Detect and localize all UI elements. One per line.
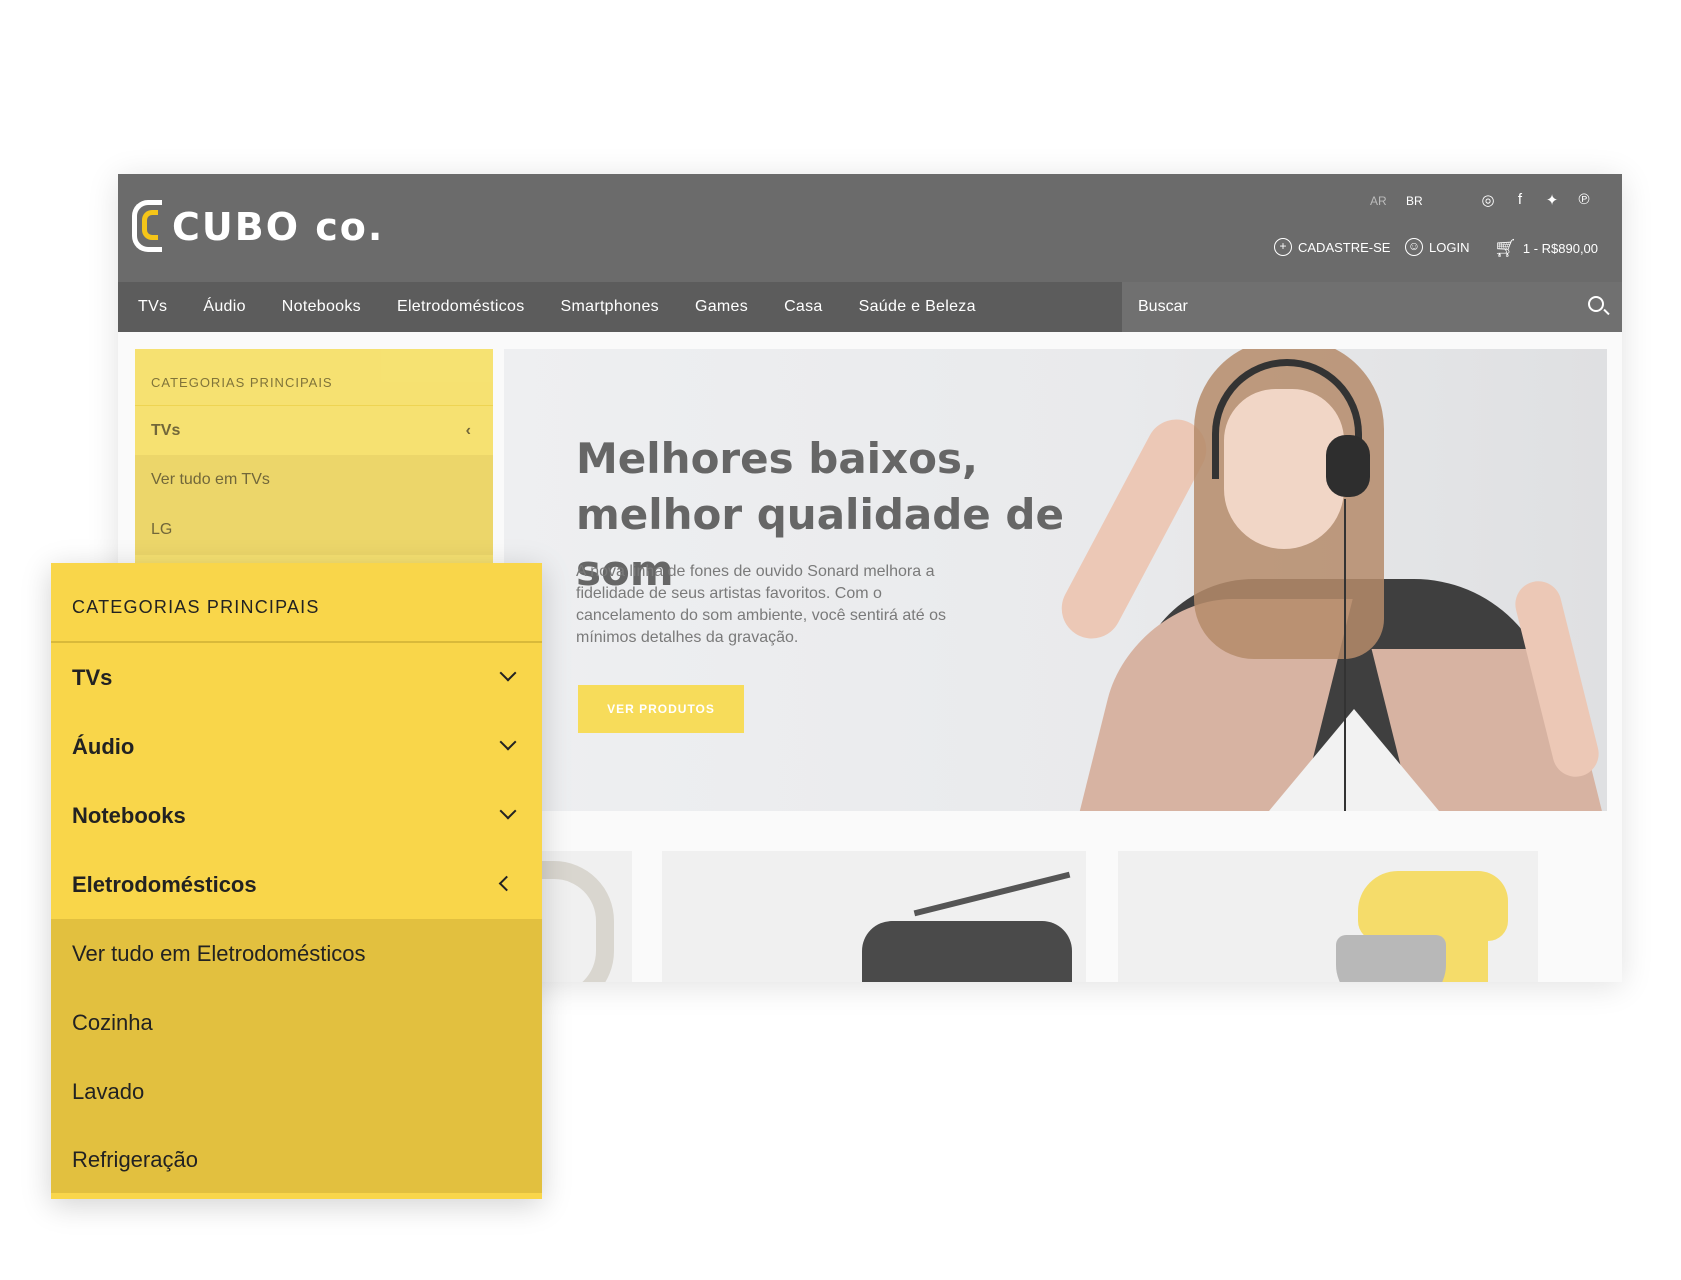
twitter-icon[interactable]: ✦	[1544, 191, 1560, 209]
lang-ar[interactable]: AR	[1370, 194, 1387, 208]
search-bar	[1122, 282, 1622, 332]
menu-title: CATEGORIAS PRINCIPAIS	[72, 597, 320, 617]
sidebar-item-tvs[interactable]: TVs ‹	[135, 405, 493, 455]
nav-item-tvs[interactable]: TVs	[138, 298, 167, 316]
nav-item-games[interactable]: Games	[695, 298, 748, 316]
category-sidebar: CATEGORIAS PRINCIPAIS TVs ‹ Ver tudo em …	[135, 349, 493, 579]
main-nav: TVs Áudio Notebooks Eletrodomésticos Sma…	[118, 282, 1622, 332]
submenu-item-refrigeracao[interactable]: Refrigeração	[51, 1126, 542, 1193]
product-card[interactable]	[662, 851, 1086, 982]
chevron-down-icon	[499, 733, 517, 751]
cart-icon: 🛒︎	[1494, 238, 1517, 258]
lang-br[interactable]: BR	[1406, 194, 1423, 208]
menu-bottom-edge	[51, 1193, 542, 1199]
menu-item-label: TVs	[72, 664, 113, 690]
nav-item-notebooks[interactable]: Notebooks	[282, 298, 361, 316]
chevron-down-icon	[499, 802, 517, 820]
nav-item-casa[interactable]: Casa	[784, 298, 823, 316]
nav-item-audio[interactable]: Áudio	[203, 298, 245, 316]
hero-image	[1051, 349, 1607, 811]
register-label: CADASTRE-SE	[1298, 239, 1391, 255]
chevron-left-icon: ‹	[465, 421, 471, 439]
product-card[interactable]	[1118, 851, 1538, 982]
login-label: LOGIN	[1429, 239, 1470, 255]
chevron-left-icon	[498, 875, 515, 892]
topbar: CUBO co. AR BR ◎ f ✦ ℗ + CADASTRE-SE ☺ L…	[118, 174, 1622, 282]
nav-item-eletrodomesticos[interactable]: Eletrodomésticos	[397, 298, 525, 316]
sidebar-subitem[interactable]: LG	[135, 505, 493, 555]
chevron-down-icon	[499, 664, 517, 682]
search-input[interactable]	[1138, 295, 1558, 319]
headphones-image	[534, 861, 614, 982]
sidebar-title: CATEGORIAS PRINCIPAIS	[151, 375, 333, 390]
menu-item-label: Eletrodomésticos	[72, 871, 257, 897]
cart-label: 1 - R$890,00	[1522, 241, 1599, 256]
logo-mark-icon	[132, 200, 166, 254]
sidebar-subitem[interactable]: Ver tudo em TVs	[135, 455, 493, 505]
menu-item-notebooks[interactable]: Notebooks	[51, 781, 542, 850]
menu-item-tvs[interactable]: TVs	[51, 643, 542, 712]
sidebar-item-label: TVs	[151, 421, 181, 439]
nav-item-saude-beleza[interactable]: Saúde e Beleza	[859, 298, 976, 316]
mixer-image	[1358, 871, 1508, 941]
hero-banner: Melhores baixos, melhor qualidade de som…	[504, 349, 1607, 811]
menu-item-audio[interactable]: Áudio	[51, 712, 542, 781]
submenu-item-cozinha[interactable]: Cozinha	[51, 988, 542, 1057]
logo[interactable]: CUBO co.	[132, 200, 384, 254]
pinterest-icon[interactable]: ℗	[1576, 191, 1592, 209]
social-links: ◎ f ✦ ℗	[1480, 191, 1592, 209]
instagram-icon[interactable]: ◎	[1480, 191, 1496, 209]
submenu-item-lavado[interactable]: Lavado	[51, 1057, 542, 1126]
plus-circle-icon: +	[1274, 238, 1292, 256]
category-menu: CATEGORIAS PRINCIPAIS TVs Áudio Notebook…	[51, 563, 542, 1199]
facebook-icon[interactable]: f	[1512, 191, 1528, 209]
menu-item-eletrodomesticos[interactable]: Eletrodomésticos	[51, 850, 542, 919]
register-link[interactable]: + CADASTRE-SE	[1274, 238, 1390, 256]
user-icon: ☺	[1405, 238, 1423, 256]
logo-text: CUBO co.	[172, 205, 385, 249]
nav-item-smartphones[interactable]: Smartphones	[561, 298, 659, 316]
cart-link[interactable]: 🛒︎ 1 - R$890,00	[1494, 238, 1598, 259]
menu-item-label: Notebooks	[72, 802, 186, 828]
login-link[interactable]: ☺ LOGIN	[1405, 238, 1469, 256]
submenu-item-view-all[interactable]: Ver tudo em Eletrodomésticos	[51, 919, 542, 988]
search-icon[interactable]	[1588, 296, 1604, 312]
hero-text: A nova linha de fones de ouvido Sonard m…	[576, 563, 946, 646]
menu-item-label: Áudio	[72, 733, 135, 759]
view-products-button[interactable]: VER PRODUTOS	[578, 685, 744, 733]
